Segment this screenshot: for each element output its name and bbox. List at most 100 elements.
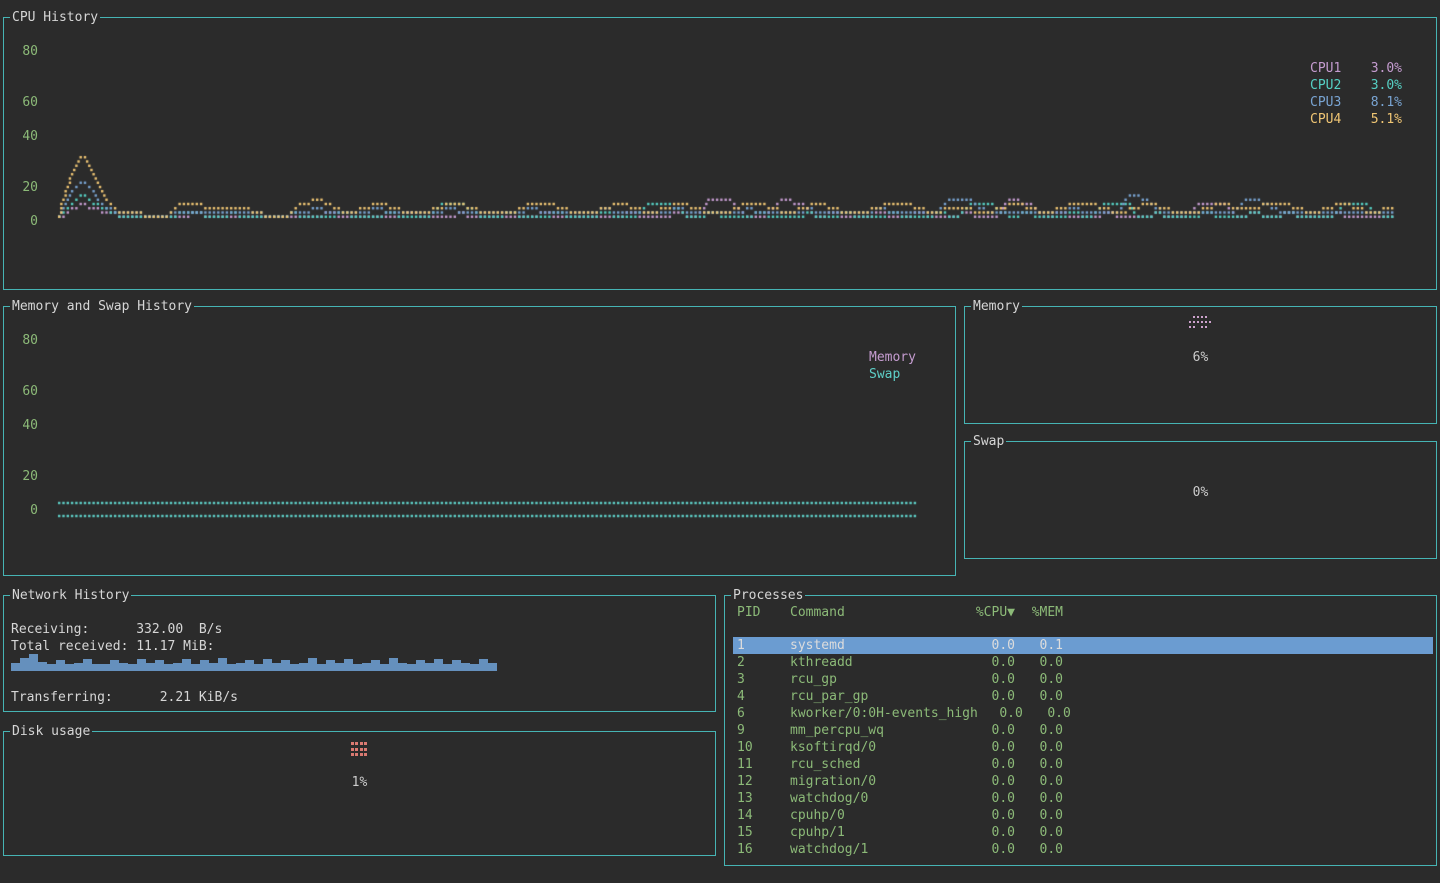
processes-title: Processes [731,587,805,604]
process-row[interactable]: 16watchdog/10.00.0 [733,841,1433,858]
axis-tick-label: 60 [8,383,38,400]
process-pid: 15 [737,824,790,841]
process-cpu: 0.0 [978,705,1023,722]
process-cpu: 0.0 [970,654,1015,671]
cpu-legend-value: 3.0% [1371,60,1402,77]
column-header-cpu-sort[interactable]: %CPU▼ [970,604,1015,621]
process-mem: 0.0 [1015,841,1063,858]
process-row[interactable]: 4rcu_par_gp0.00.0 [733,688,1433,705]
process-command: watchdog/0 [790,790,970,807]
process-command: rcu_sched [790,756,970,773]
sparkline-bar [92,664,101,671]
column-header-mem[interactable]: %MEM [1015,604,1063,621]
sparkline-bar [389,658,398,671]
process-mem: 0.0 [1015,807,1063,824]
process-mem: 0.0 [1015,756,1063,773]
sparkline-bar [146,663,155,671]
process-command: migration/0 [790,773,970,790]
sparkline-bar [281,660,290,671]
sparkline-bar [218,658,227,671]
process-pid: 6 [737,705,790,722]
sparkline-bar [47,664,56,671]
sparkline-bar [182,659,191,671]
disk-usage-panel: Disk usage 1% [3,731,716,856]
process-row[interactable]: 15cpuhp/10.00.0 [733,824,1433,841]
process-pid: 4 [737,688,790,705]
swap-gauge-value: 0% [965,484,1436,501]
process-command: kworker/0:0H-events_high [790,705,978,722]
sparkline-bar [299,663,308,671]
process-row[interactable]: 1systemd0.00.1 [733,637,1433,654]
process-row[interactable]: 13watchdog/00.00.0 [733,790,1433,807]
process-mem: 0.0 [1015,671,1063,688]
process-command: cpuhp/0 [790,807,970,824]
sparkline-bar [263,659,272,671]
cpu-legend-value: 5.1% [1371,111,1402,128]
process-mem: 0.0 [1023,705,1071,722]
process-mem: 0.0 [1015,722,1063,739]
disk-gauge-value: 1% [4,774,715,791]
sparkline-bar [119,663,128,671]
process-table: 1systemd0.00.12kthreadd0.00.03rcu_gp0.00… [733,637,1433,858]
axis-tick-label: 20 [8,468,38,485]
process-mem: 0.0 [1015,824,1063,841]
sparkline-bar [317,664,326,671]
process-cpu: 0.0 [970,688,1015,705]
processes-panel: Processes PID Command %CPU▼ %MEM 1system… [724,595,1437,866]
sparkline-bar [362,663,371,671]
memory-gauge-value: 6% [965,349,1436,366]
process-mem: 0.0 [1015,790,1063,807]
process-cpu: 0.0 [970,671,1015,688]
sparkline-bar [353,664,362,671]
axis-tick-label: 80 [8,43,38,60]
memory-swap-graph [4,307,955,575]
sparkline-bar [83,659,92,671]
cpu-legend-item: CPU45.1% [1310,111,1402,128]
process-row[interactable]: 6kworker/0:0H-events_high0.00.0 [733,705,1433,722]
swap-gauge-panel: Swap 0% [964,441,1437,559]
network-receiving-text: Receiving: 332.00 B/s [11,621,222,638]
sparkline-bar [479,659,488,671]
cpu-legend-item: CPU23.0% [1310,77,1402,94]
memory-gauge-title: Memory [971,298,1022,315]
swap-gauge-title: Swap [971,433,1006,450]
sparkline-bar [461,663,470,671]
axis-tick-label: 0 [8,502,38,519]
memory-gauge-panel: Memory 6% [964,306,1437,424]
cpu-history-panel: CPU History 806040200 CPU13.0%CPU23.0%CP… [3,17,1437,290]
process-row[interactable]: 14cpuhp/00.00.0 [733,807,1433,824]
axis-tick-label: 80 [8,332,38,349]
column-header-command[interactable]: Command [790,604,970,621]
sparkline-bar [209,663,218,671]
process-command: rcu_par_gp [790,688,970,705]
process-pid: 13 [737,790,790,807]
sparkline-bar [344,659,353,671]
sparkline-bar [173,663,182,671]
memory-gauge-arc [1189,316,1213,331]
process-row[interactable]: 2kthreadd0.00.0 [733,654,1433,671]
process-row[interactable]: 3rcu_gp0.00.0 [733,671,1433,688]
sparkline-bar [65,664,74,671]
column-header-pid[interactable]: PID [737,604,790,621]
sparkline-bar [425,663,434,671]
process-pid: 3 [737,671,790,688]
process-row[interactable]: 10ksoftirqd/00.00.0 [733,739,1433,756]
process-row[interactable]: 11rcu_sched0.00.0 [733,756,1433,773]
process-pid: 14 [737,807,790,824]
sparkline-bar [56,660,65,671]
process-row[interactable]: 9mm_percpu_wq0.00.0 [733,722,1433,739]
sparkline-bar [101,664,110,671]
sparkline-bar [452,660,461,671]
memory-swap-legend: MemorySwap [869,349,929,383]
process-pid: 10 [737,739,790,756]
sparkline-bar [416,660,425,671]
process-cpu: 0.0 [970,722,1015,739]
cpu-legend-label: CPU3 [1310,94,1341,111]
process-row[interactable]: 12migration/00.00.0 [733,773,1433,790]
sparkline-bar [290,664,299,671]
process-cpu: 0.0 [970,824,1015,841]
sparkline-bar [398,663,407,671]
process-mem: 0.0 [1015,654,1063,671]
process-mem: 0.1 [1015,637,1063,654]
cpu-history-graph [4,18,1436,289]
